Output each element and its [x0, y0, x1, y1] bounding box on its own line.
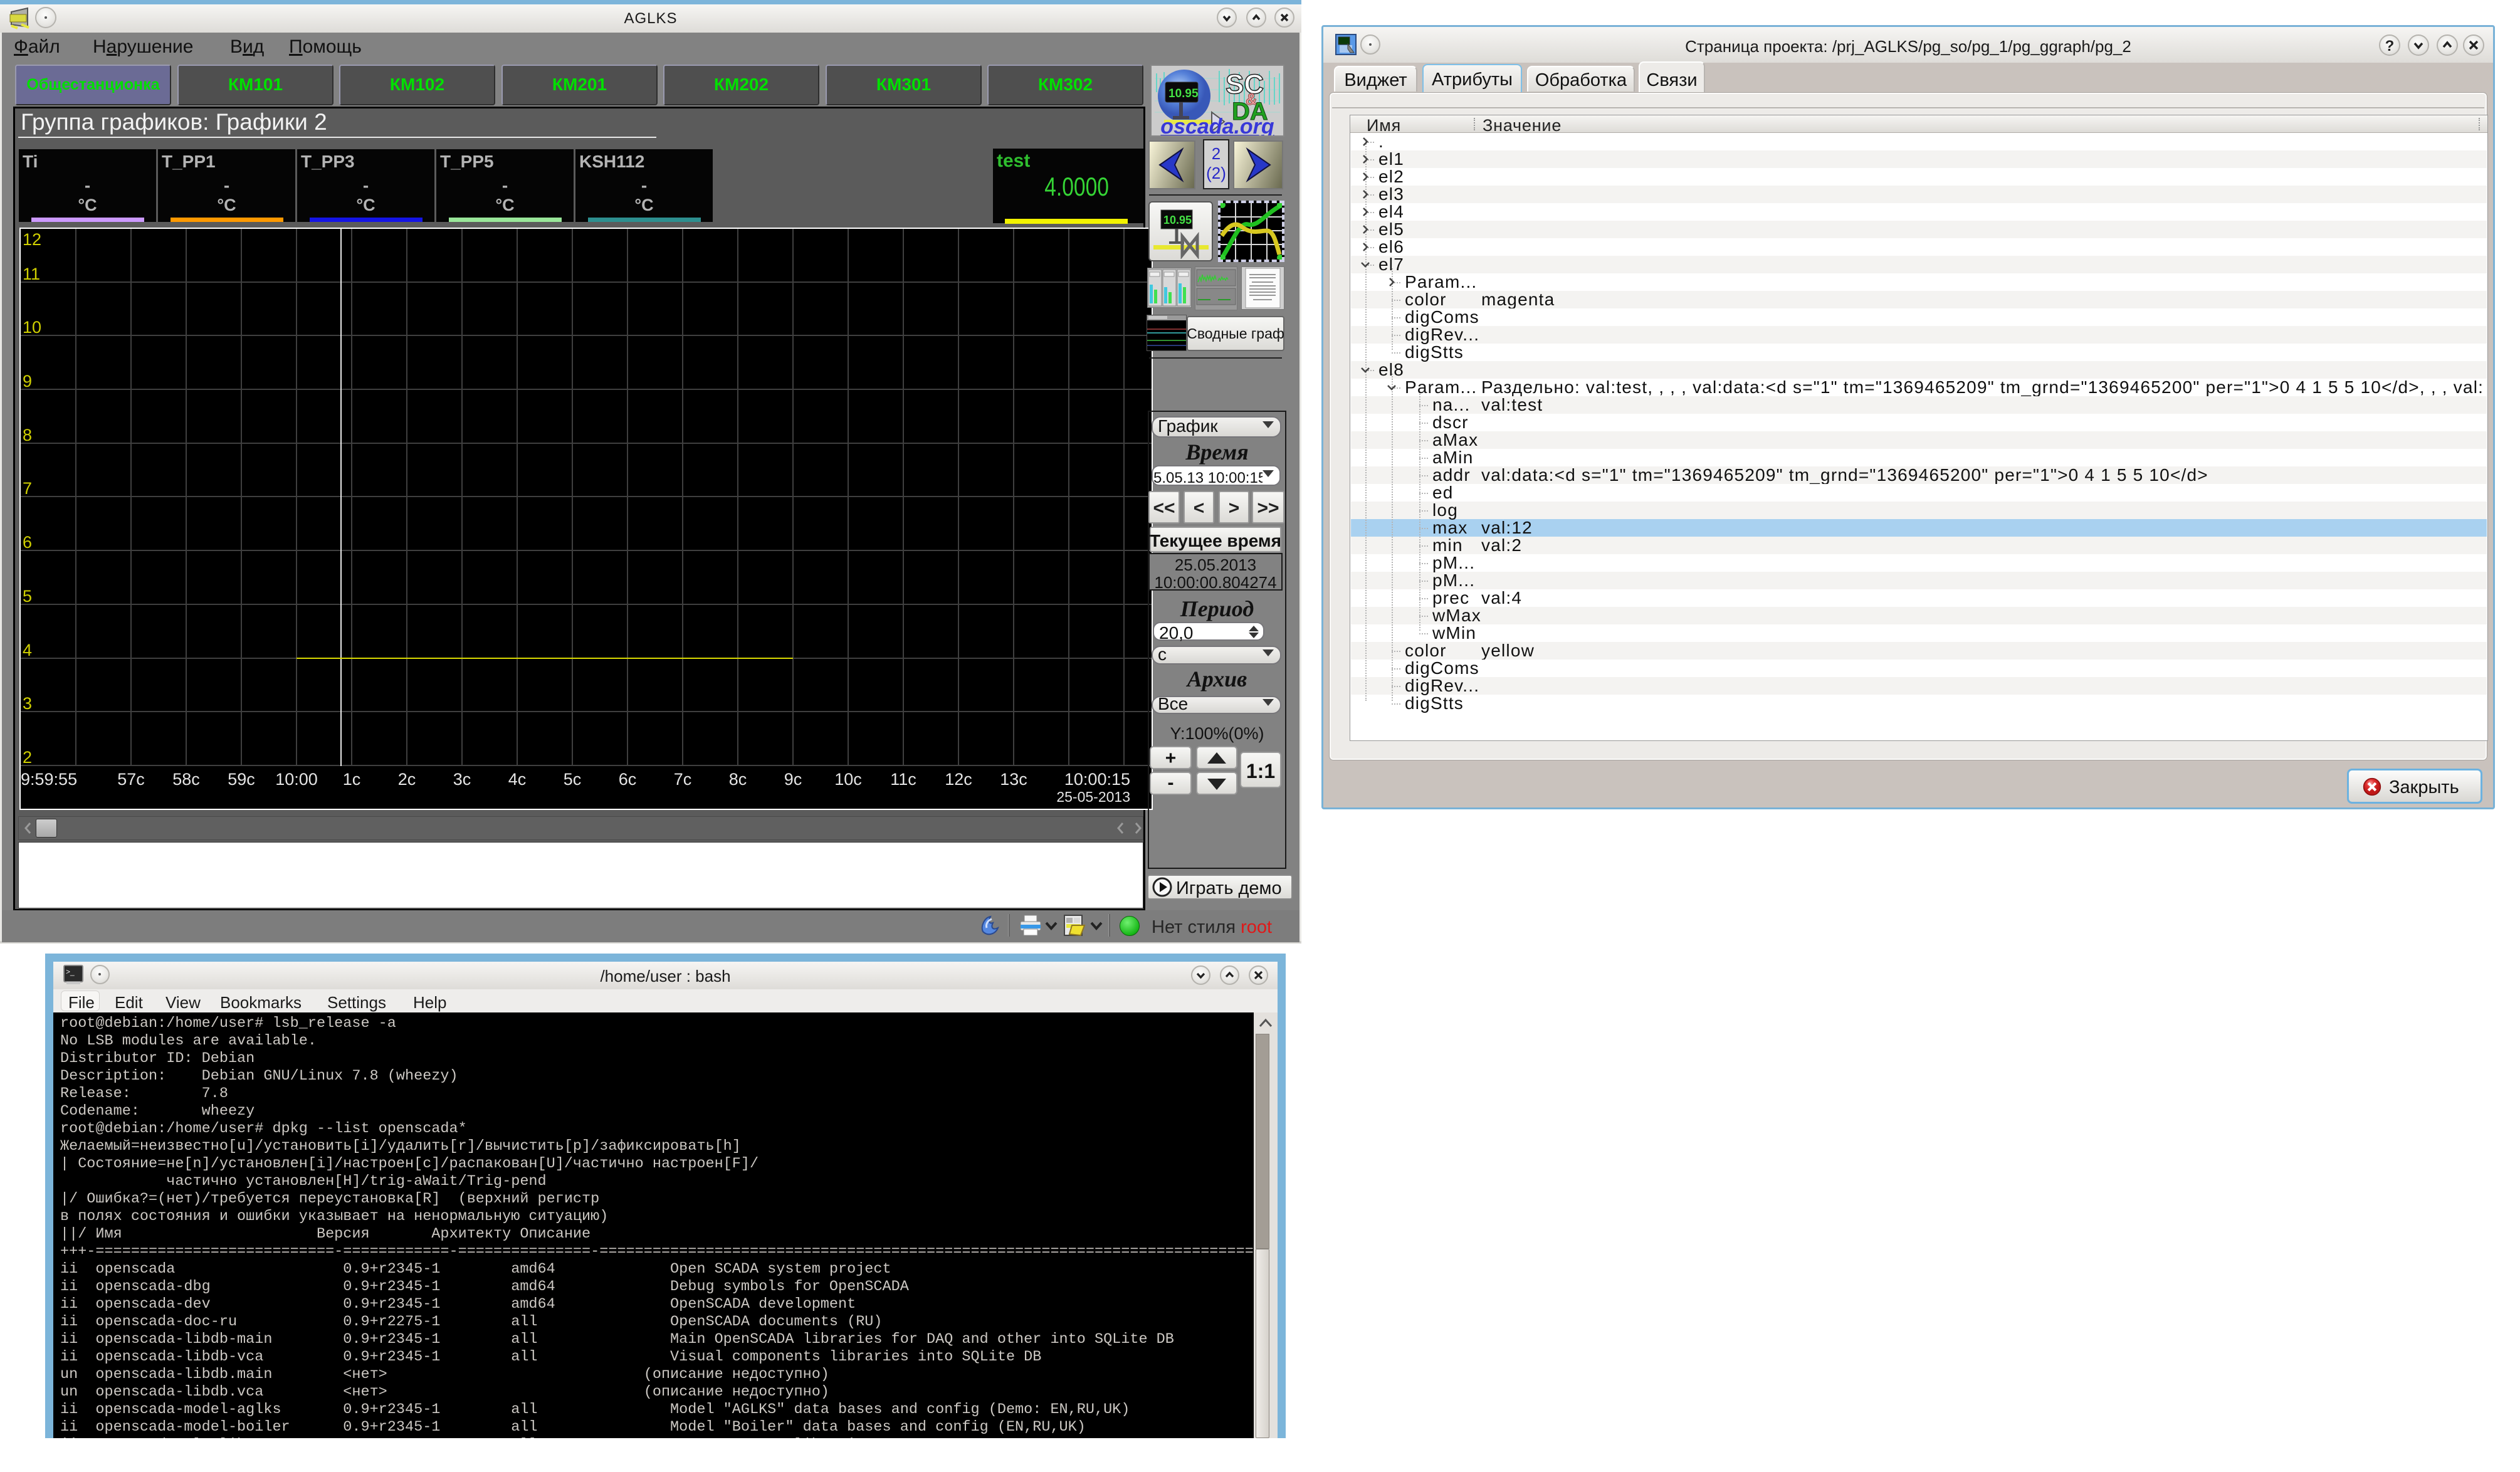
- svg-text:10.95: 10.95: [1168, 87, 1199, 100]
- svg-text:10.95: 10.95: [1163, 214, 1192, 226]
- svg-text:SC: SC: [1226, 69, 1264, 100]
